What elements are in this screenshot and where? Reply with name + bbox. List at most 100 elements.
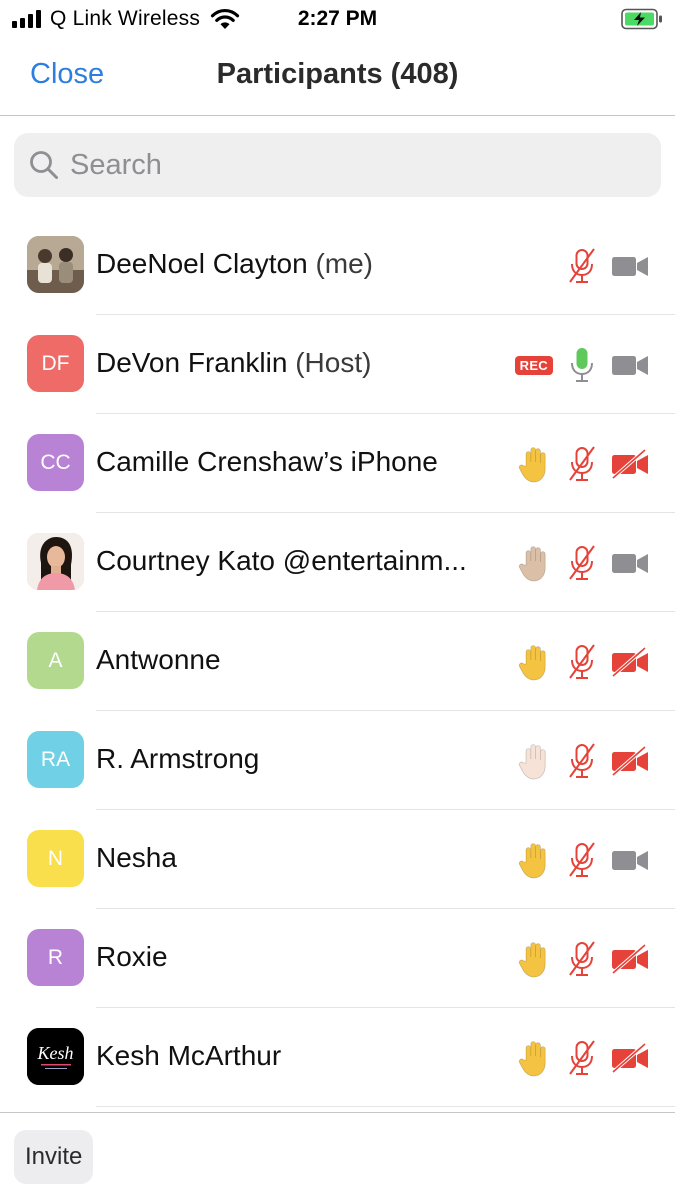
- search-input[interactable]: [70, 148, 630, 182]
- mic-muted-icon: [569, 446, 595, 481]
- mic-muted: [567, 543, 611, 583]
- video-camera-icon: [612, 257, 648, 276]
- raised-hand: [515, 642, 567, 682]
- kesh-logo: Kesh: [27, 1028, 84, 1085]
- participant-name: Camille Crenshaw’s iPhone: [96, 446, 438, 478]
- participant-row[interactable]: DeeNoel Clayton (me): [0, 216, 675, 315]
- raised-hand-icon: [518, 843, 546, 879]
- avatar: [27, 533, 84, 590]
- participant-role: (me): [315, 248, 373, 279]
- raised-hand: [515, 741, 567, 781]
- status-bar: Q Link Wireless 2:27 PM: [0, 0, 675, 40]
- video-off: [611, 944, 649, 974]
- video-off-icon: [611, 1043, 648, 1073]
- avatar: Kesh: [27, 1028, 84, 1085]
- close-button[interactable]: Close: [30, 58, 104, 91]
- raised-hand-icon: [518, 1041, 546, 1077]
- video-off: [611, 449, 649, 479]
- raised-hand-icon: [518, 744, 546, 780]
- video-camera-icon: [612, 851, 648, 870]
- search-bar[interactable]: [14, 133, 661, 197]
- participant-name: Courtney Kato @entertainm...: [96, 545, 467, 577]
- avatar: N: [27, 830, 84, 887]
- participant-name: Antwonne: [96, 644, 221, 676]
- video-off-icon: [611, 449, 648, 479]
- raised-hand: [515, 444, 567, 484]
- raised-hand-icon: [518, 546, 546, 582]
- mic-on-icon: [571, 348, 593, 382]
- participant-display-name: Camille Crenshaw’s iPhone: [96, 446, 438, 477]
- search-icon: [30, 151, 58, 179]
- bottom-toolbar: Invite: [0, 1112, 675, 1200]
- video-on: [611, 251, 649, 281]
- avatar: DF: [27, 335, 84, 392]
- video-off: [611, 746, 649, 776]
- avatar: [27, 236, 84, 293]
- avatar: CC: [27, 434, 84, 491]
- participant-row[interactable]: CC Camille Crenshaw’s iPhone: [0, 414, 675, 513]
- participant-status-icons: [515, 838, 649, 882]
- avatar: RA: [27, 731, 84, 788]
- participant-name: DeVon Franklin (Host): [96, 347, 371, 379]
- participant-row[interactable]: DF DeVon Franklin (Host) REC: [0, 315, 675, 414]
- mic-muted: [567, 741, 611, 781]
- status-time: 2:27 PM: [297, 7, 378, 30]
- participant-row[interactable]: RA R. Armstrong: [0, 711, 675, 810]
- mic-muted-icon: [569, 842, 595, 877]
- participant-status-icons: [515, 541, 649, 585]
- participant-row[interactable]: A Antwonne: [0, 612, 675, 711]
- participant-role: (Host): [295, 347, 372, 378]
- participant-row[interactable]: R Roxie: [0, 909, 675, 1008]
- raised-hand: [515, 543, 567, 583]
- participant-row[interactable]: N Nesha: [0, 810, 675, 909]
- svg-text:Kesh: Kesh: [37, 1043, 74, 1063]
- mic-muted-icon: [569, 248, 595, 283]
- participant-display-name: Nesha: [96, 842, 177, 873]
- recording-badge: REC: [514, 355, 553, 375]
- video-off-icon: [611, 944, 648, 974]
- mic-muted-icon: [569, 545, 595, 580]
- mic-muted: [567, 1038, 611, 1078]
- participant-display-name: Kesh McArthur: [96, 1040, 282, 1071]
- mic-muted: [567, 840, 611, 880]
- video-camera-icon: [612, 554, 648, 573]
- participant-row[interactable]: Courtney Kato @entertainm...: [0, 513, 675, 612]
- video-on: [611, 350, 649, 380]
- invite-button[interactable]: Invite: [14, 1130, 94, 1184]
- mic-muted-icon: [569, 1040, 595, 1075]
- mic-muted-icon: [569, 743, 595, 778]
- mic-muted: [567, 642, 611, 682]
- participant-display-name: Courtney Kato @entertainm...: [96, 545, 467, 576]
- mic-on: [567, 345, 611, 385]
- participant-display-name: R. Armstrong: [96, 743, 260, 774]
- participant-name: Roxie: [96, 941, 168, 973]
- raised-hand: [515, 939, 567, 979]
- avatar-photo: [27, 236, 84, 293]
- participant-row[interactable]: Kesh Kesh McArthur: [0, 1008, 675, 1107]
- avatar: R: [27, 929, 84, 986]
- video-off: [611, 647, 649, 677]
- mic-muted: [567, 444, 611, 484]
- video-camera-icon: [612, 356, 648, 375]
- nav-bar: Close Participants (408): [0, 40, 675, 116]
- battery-charging-icon: [621, 8, 662, 30]
- participant-display-name: DeeNoel Clayton: [96, 248, 308, 279]
- participant-status-icons: [515, 442, 649, 486]
- participant-status-icons: REC: [514, 343, 649, 387]
- participants-list: DeeNoel Clayton (me) DF DeVon Franklin (Ho…: [0, 216, 675, 1107]
- mic-muted-icon: [569, 941, 595, 976]
- raised-hand: [515, 1038, 567, 1078]
- raised-hand-icon: [518, 447, 546, 483]
- video-on: [611, 548, 649, 578]
- avatar-photo: [27, 533, 84, 590]
- video-on: [611, 845, 649, 875]
- avatar-initials: A: [48, 648, 63, 672]
- avatar-initials: RA: [40, 747, 71, 771]
- avatar-initials: R: [47, 945, 64, 969]
- participant-status-icons: [515, 937, 649, 981]
- mic-muted-icon: [569, 644, 595, 679]
- avatar-initials: CC: [40, 450, 71, 474]
- mic-muted: [567, 939, 611, 979]
- participant-display-name: DeVon Franklin: [96, 347, 288, 378]
- raised-hand: [515, 840, 567, 880]
